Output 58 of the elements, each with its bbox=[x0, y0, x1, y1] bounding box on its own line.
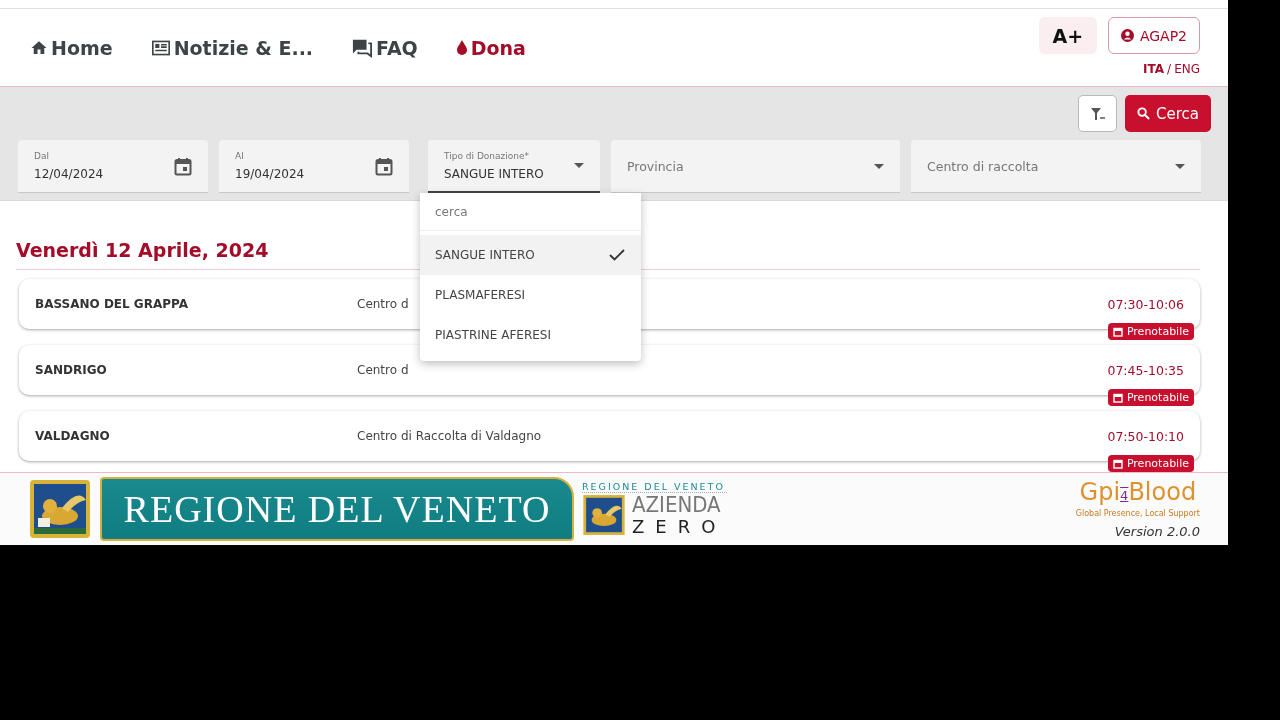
badge-label: Prenotabile bbox=[1126, 325, 1189, 338]
dropdown-option[interactable]: PIASTRINE AFERESI bbox=[420, 315, 641, 355]
caret-icon bbox=[1175, 163, 1185, 169]
clear-filter-button[interactable] bbox=[1078, 95, 1117, 132]
location-name: VALDAGNO bbox=[35, 429, 111, 443]
field-label: Tipo di Donazione* bbox=[444, 150, 530, 161]
agency-name: AZIENDA bbox=[632, 493, 722, 517]
caret-icon bbox=[874, 163, 884, 169]
version-label: Version 2.0.0 bbox=[1114, 524, 1200, 539]
location-name: BASSANO DEL GRAPPA bbox=[35, 297, 190, 311]
dropdown-option[interactable]: SANGUE INTERO bbox=[420, 235, 641, 275]
agency-region: REGIONE DEL VENETO bbox=[582, 481, 727, 493]
brand-wordmark: Gpi4Blood bbox=[1079, 479, 1197, 508]
nav-link[interactable]: Dona bbox=[455, 36, 526, 59]
language-separator: / bbox=[1167, 62, 1172, 76]
select-field[interactable]: Provincia bbox=[611, 140, 900, 193]
select-field[interactable]: Centro di raccolta bbox=[911, 140, 1201, 193]
user-button[interactable]: AGAP2 bbox=[1107, 17, 1200, 54]
calendar-icon bbox=[1112, 326, 1123, 337]
nav-link[interactable]: Notizie & E... bbox=[150, 36, 314, 59]
drop-icon bbox=[455, 39, 468, 56]
brand-tagline: Global Presence, Local Support bbox=[1075, 509, 1200, 518]
field-label: Al bbox=[235, 151, 245, 161]
agency-suffix: ZERO bbox=[632, 517, 727, 537]
calendar-icon bbox=[174, 156, 192, 176]
time-range: 07:45-10:35 bbox=[1107, 363, 1184, 378]
nav-link[interactable]: Home bbox=[30, 36, 113, 59]
search-icon bbox=[1137, 107, 1150, 120]
date-field[interactable]: Al 19/04/2024 bbox=[219, 140, 409, 193]
field-value: 19/04/2024 bbox=[235, 167, 306, 181]
field-label: Dal bbox=[34, 151, 50, 161]
caret-icon bbox=[574, 163, 584, 168]
chat-question-icon bbox=[351, 37, 374, 58]
language-link[interactable]: ITA bbox=[1143, 62, 1165, 76]
user-icon bbox=[1120, 29, 1134, 42]
calendar-icon bbox=[1112, 458, 1123, 469]
center-name: Centro d bbox=[357, 363, 409, 377]
field-placeholder: Centro di raccolta bbox=[927, 158, 1040, 174]
search-button[interactable]: Cerca bbox=[1125, 95, 1211, 132]
center-name: Centro d bbox=[357, 297, 409, 311]
field-value: SANGUE INTERO bbox=[444, 166, 545, 181]
check-icon bbox=[609, 249, 625, 261]
banner-title: REGIONE DEL VENETO bbox=[123, 487, 551, 531]
time-range: 07:30-10:06 bbox=[1107, 297, 1184, 312]
location-name: SANDRIGO bbox=[35, 363, 108, 377]
language-link[interactable]: ENG bbox=[1174, 62, 1200, 76]
date-field[interactable]: Dal 12/04/2024 bbox=[18, 140, 208, 193]
dropdown-option[interactable]: PLASMAFERESI bbox=[420, 275, 641, 315]
time-range: 07:50-10:10 bbox=[1107, 429, 1184, 444]
calendar-icon bbox=[375, 156, 393, 176]
calendar-icon bbox=[1112, 392, 1123, 403]
search-field[interactable]: cerca bbox=[420, 193, 641, 231]
nav-link[interactable]: FAQ bbox=[351, 36, 418, 59]
filter-icon bbox=[1090, 107, 1105, 120]
newspaper-icon bbox=[150, 38, 171, 57]
center-name: Centro di Raccolta di Valdagno bbox=[357, 429, 542, 443]
font-size-button[interactable]: A+ bbox=[1038, 17, 1097, 54]
field-value: 12/04/2024 bbox=[34, 167, 105, 181]
